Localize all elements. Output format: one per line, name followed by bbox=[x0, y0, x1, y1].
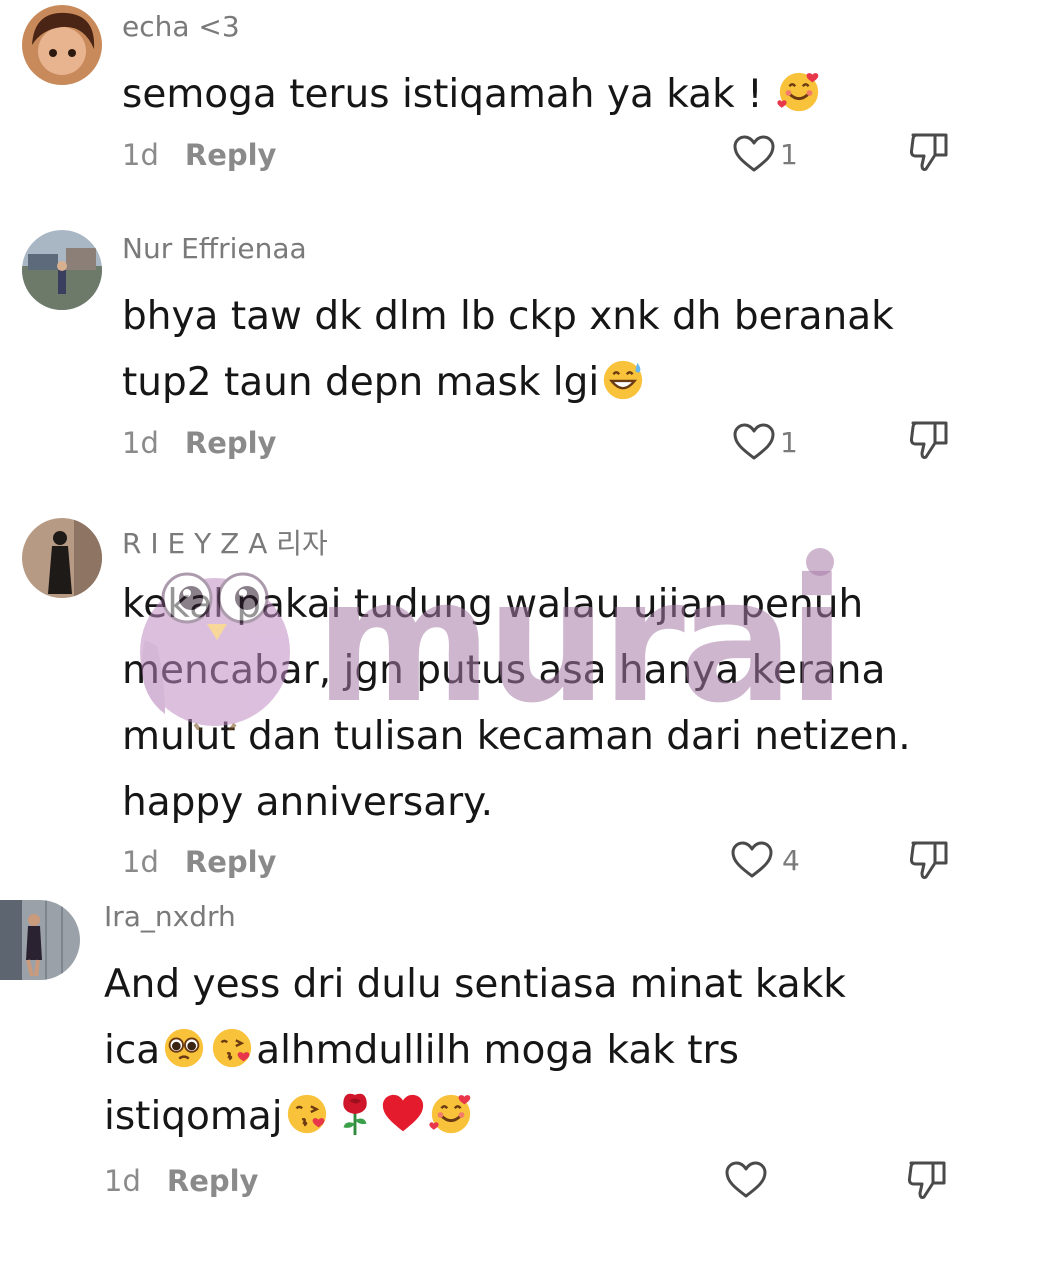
pleading-face-icon bbox=[161, 1025, 207, 1071]
face-blowing-kiss-icon bbox=[209, 1025, 255, 1071]
dislike-button[interactable] bbox=[906, 1158, 948, 1202]
comment-text: bhya taw dk dlm lb ckp xnk dh beranak tu… bbox=[122, 284, 982, 416]
heart-outline-icon bbox=[732, 134, 776, 174]
avatar[interactable] bbox=[22, 230, 102, 310]
comment-text: kekal pakai tudung walau ujian penuh men… bbox=[122, 572, 982, 836]
dislike-button[interactable] bbox=[908, 838, 950, 882]
comment-meta: 1d Reply bbox=[104, 1164, 258, 1198]
comment-text-line: semoga terus istiqamah ya kak ! bbox=[122, 72, 776, 117]
face-blowing-kiss-icon bbox=[284, 1091, 330, 1137]
reply-button[interactable]: Reply bbox=[185, 138, 277, 172]
comment-text-line: bhya taw dk dlm lb ckp xnk dh beranak bbox=[122, 294, 894, 339]
smiling-face-with-hearts-icon bbox=[428, 1091, 474, 1137]
like-count: 1 bbox=[780, 137, 798, 171]
comment-text-line: mulut dan tulisan kecaman dari netizen. bbox=[122, 714, 911, 759]
dislike-button[interactable] bbox=[908, 418, 950, 462]
comment-text: And yess dri dulu sentiasa minat kakk ic… bbox=[104, 952, 1004, 1150]
comment-meta: 1d Reply bbox=[122, 426, 276, 460]
comment-text-line: mencabar, jgn putus asa hanya kerana bbox=[122, 648, 886, 693]
like-button[interactable]: 1 bbox=[732, 422, 798, 462]
thumbs-down-icon bbox=[909, 841, 948, 879]
comment-time: 1d bbox=[122, 845, 159, 879]
comment-time: 1d bbox=[104, 1164, 141, 1198]
comment-username[interactable]: R I E Y Z A 리자 bbox=[122, 522, 328, 562]
comment-text-line: istiqomaj bbox=[104, 1084, 1004, 1150]
avatar[interactable] bbox=[0, 900, 80, 980]
avatar[interactable] bbox=[22, 5, 102, 85]
like-button[interactable]: 4 bbox=[730, 840, 800, 880]
avatar[interactable] bbox=[22, 518, 102, 598]
thumbs-down-icon bbox=[909, 421, 948, 459]
reply-button[interactable]: Reply bbox=[167, 1164, 259, 1198]
like-button[interactable] bbox=[724, 1160, 772, 1200]
like-count: 4 bbox=[782, 843, 800, 877]
comment-username[interactable]: Ira_nxdrh bbox=[104, 900, 236, 933]
comment-text-line: ica alhmdullilh moga kak trs bbox=[104, 1018, 1004, 1084]
comment-time: 1d bbox=[122, 138, 159, 172]
comment-username[interactable]: echa <3 bbox=[122, 10, 240, 43]
heart-outline-icon bbox=[724, 1160, 768, 1200]
comment-time: 1d bbox=[122, 426, 159, 460]
rose-icon bbox=[332, 1091, 378, 1137]
comment-meta: 1d Reply bbox=[122, 138, 276, 172]
reply-button[interactable]: Reply bbox=[185, 845, 277, 879]
comment-meta: 1d Reply bbox=[122, 845, 276, 879]
comment-text-line: And yess dri dulu sentiasa minat kakk bbox=[104, 962, 846, 1007]
reply-button[interactable]: Reply bbox=[185, 426, 277, 460]
thumbs-down-icon bbox=[909, 133, 948, 171]
dislike-button[interactable] bbox=[908, 130, 950, 174]
comment-text-line: tup2 taun depn mask lgi bbox=[122, 350, 982, 416]
comment-text-line: happy anniversary. bbox=[122, 780, 494, 825]
comment-text: semoga terus istiqamah ya kak ! bbox=[122, 62, 982, 128]
heart-outline-icon bbox=[732, 422, 776, 462]
thumbs-down-icon bbox=[907, 1161, 946, 1199]
like-button[interactable]: 1 bbox=[732, 134, 798, 174]
heart-outline-icon bbox=[730, 840, 774, 880]
red-heart-icon bbox=[380, 1091, 426, 1137]
comment-text-line: kekal pakai tudung walau ujian penuh bbox=[122, 582, 864, 627]
grinning-face-with-sweat-icon bbox=[600, 357, 646, 403]
comment-username[interactable]: Nur Effrienaa bbox=[122, 232, 307, 265]
smiling-face-with-hearts-icon bbox=[776, 69, 822, 115]
like-count: 1 bbox=[780, 425, 798, 459]
